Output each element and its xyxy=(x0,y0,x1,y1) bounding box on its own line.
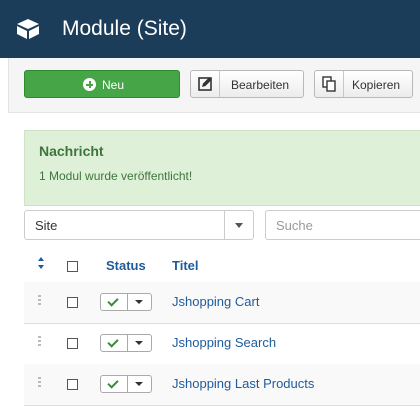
toolbar: Neu Bearbeiten Kopieren xyxy=(8,58,420,113)
edit-button[interactable]: Bearbeiten xyxy=(190,70,304,98)
status-toggle xyxy=(100,293,152,311)
drag-handle-icon[interactable] xyxy=(38,336,41,347)
page-header: Module (Site) xyxy=(0,0,420,58)
client-select[interactable]: Site xyxy=(24,210,254,240)
table-header: Status Titel xyxy=(24,248,420,283)
status-dropdown-caret[interactable] xyxy=(127,335,151,351)
title-column-header[interactable]: Titel xyxy=(172,258,199,273)
row-checkbox[interactable] xyxy=(67,297,78,308)
table-row: Jshopping Last Products xyxy=(24,364,420,406)
message-text: 1 Modul wurde veröffentlicht! xyxy=(39,169,193,183)
chevron-down-icon xyxy=(224,211,253,239)
table-row: Jshopping Cart xyxy=(24,282,420,324)
edit-button-label: Bearbeiten xyxy=(231,78,290,92)
published-check-icon[interactable] xyxy=(101,376,128,392)
status-dropdown-caret[interactable] xyxy=(127,294,151,310)
sort-icon[interactable] xyxy=(38,257,44,271)
row-checkbox[interactable] xyxy=(67,338,78,349)
copy-button[interactable]: Kopieren xyxy=(314,70,413,98)
module-title-link[interactable]: Jshopping Cart xyxy=(172,294,259,309)
status-toggle xyxy=(100,375,152,393)
drag-handle-icon[interactable] xyxy=(38,295,41,306)
copy-icon xyxy=(315,71,344,97)
message-heading: Nachricht xyxy=(39,143,104,159)
module-title-link[interactable]: Jshopping Search xyxy=(172,335,276,350)
search-input[interactable] xyxy=(265,210,420,240)
module-title-link[interactable]: Jshopping Last Products xyxy=(172,376,314,391)
status-dropdown-caret[interactable] xyxy=(127,376,151,392)
cube-icon xyxy=(17,19,39,39)
new-button[interactable]: Neu xyxy=(24,70,180,98)
published-check-icon[interactable] xyxy=(101,294,128,310)
client-select-value: Site xyxy=(35,218,58,233)
published-check-icon[interactable] xyxy=(101,335,128,351)
status-column-header[interactable]: Status xyxy=(106,258,146,273)
select-all-checkbox[interactable] xyxy=(67,261,78,272)
plus-circle-icon xyxy=(83,78,96,91)
status-toggle xyxy=(100,334,152,352)
copy-button-label: Kopieren xyxy=(352,78,401,92)
row-checkbox[interactable] xyxy=(67,379,78,390)
page-title: Module (Site) xyxy=(62,17,187,40)
success-message: Nachricht 1 Modul wurde veröffentlicht! xyxy=(24,130,420,206)
new-button-label: Neu xyxy=(102,78,125,92)
drag-handle-icon[interactable] xyxy=(38,377,41,388)
edit-icon xyxy=(191,71,220,97)
table-row: Jshopping Search xyxy=(24,323,420,365)
